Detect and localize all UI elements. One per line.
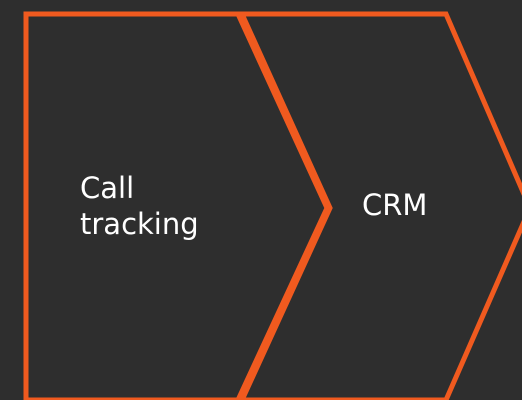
step-1-label: Call tracking xyxy=(80,171,199,241)
step-2-label: CRM xyxy=(362,188,428,222)
